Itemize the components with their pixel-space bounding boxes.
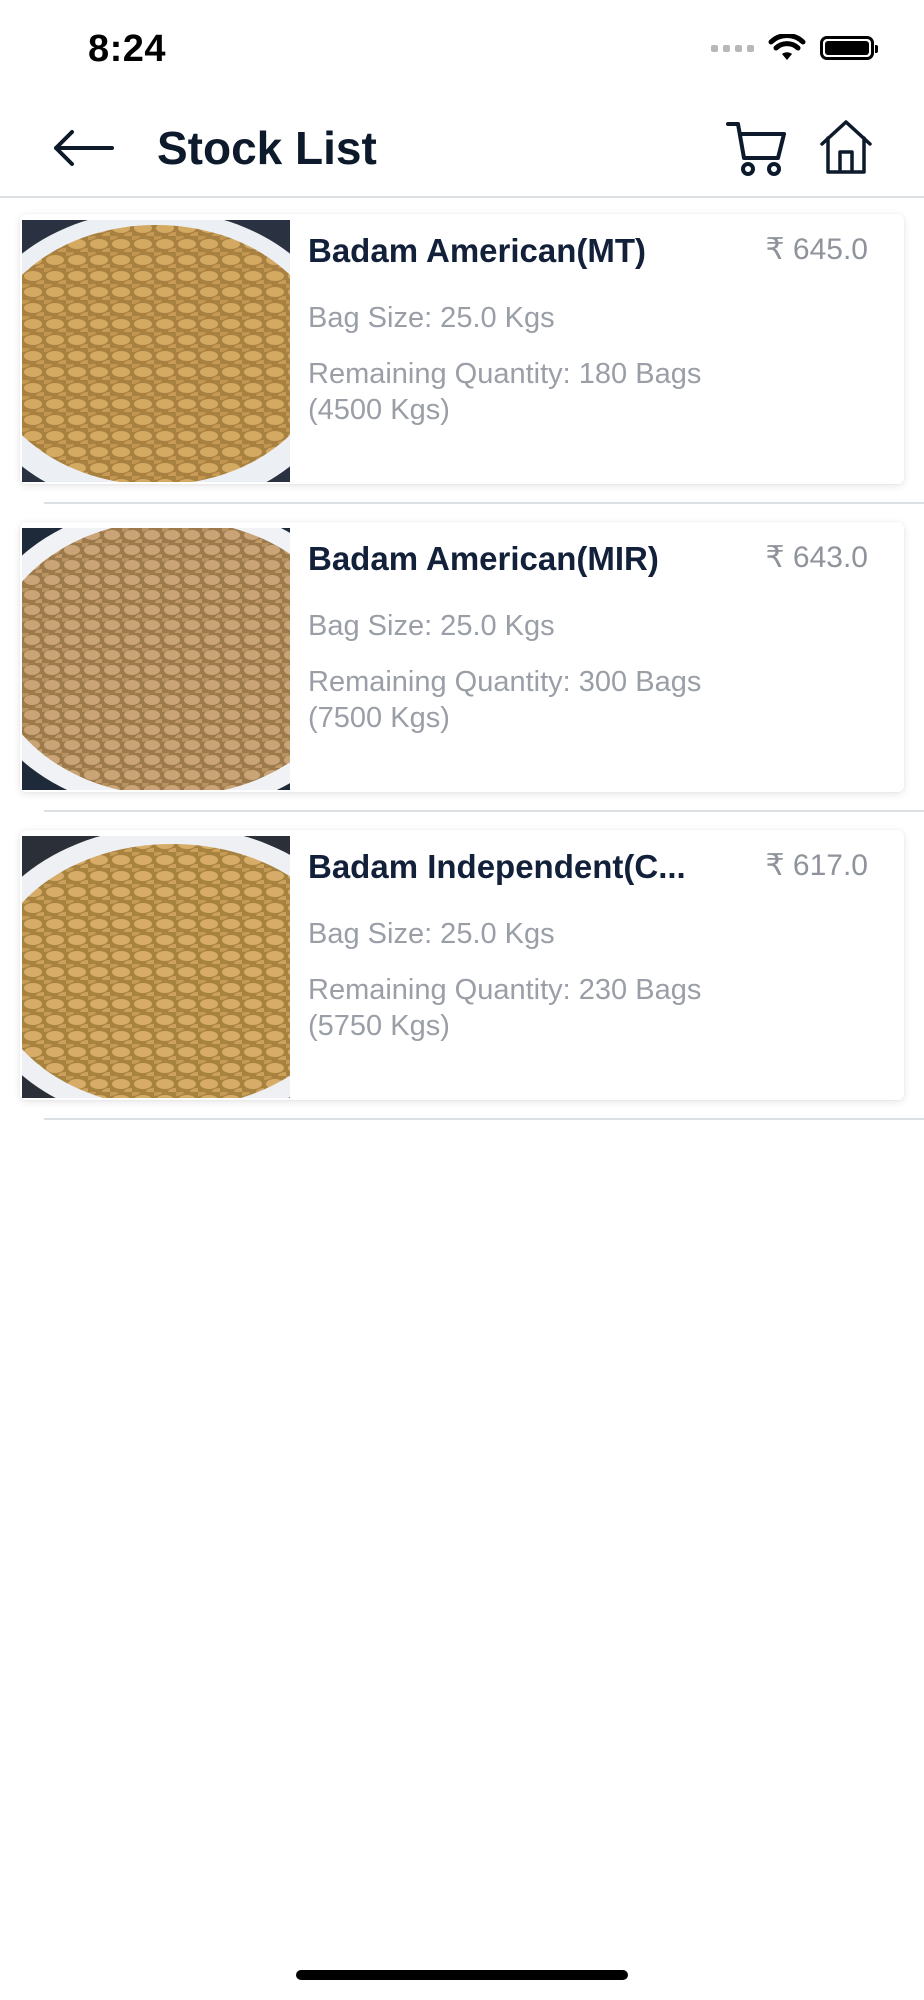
- list-item[interactable]: Badam Independent(C... ₹ 617.0 Bag Size:…: [0, 828, 924, 1136]
- home-icon: [820, 120, 872, 174]
- item-price: ₹ 617.0: [765, 849, 869, 882]
- item-remaining-quantity: Remaining Quantity: 300 Bags (7500 Kgs): [308, 666, 702, 734]
- divider: [44, 502, 924, 504]
- list-item[interactable]: Badam American(MIR) ₹ 643.0 Bag Size: 25…: [0, 520, 924, 828]
- divider: [44, 1118, 924, 1120]
- page-title: Stock List: [157, 122, 377, 174]
- status-bar: 8:24: [0, 0, 924, 100]
- home-indicator[interactable]: [296, 1970, 628, 1980]
- nav-bar: Stock List: [0, 100, 924, 198]
- item-bag-size: Bag Size: 25.0 Kgs: [308, 610, 555, 642]
- item-card[interactable]: Badam American(MT) ₹ 645.0 Bag Size: 25.…: [20, 214, 904, 484]
- status-icons: [711, 34, 878, 62]
- item-card[interactable]: Badam Independent(C... ₹ 617.0 Bag Size:…: [20, 830, 904, 1100]
- cart-button[interactable]: [726, 118, 788, 178]
- divider: [44, 810, 924, 812]
- item-name: Badam American(MT): [308, 232, 647, 269]
- signal-icon: [711, 44, 754, 52]
- back-button[interactable]: [50, 118, 120, 178]
- item-remaining-quantity: Remaining Quantity: 230 Bags (5750 Kgs): [308, 974, 702, 1042]
- wifi-icon: [768, 34, 806, 60]
- product-image: [22, 528, 290, 790]
- stock-list: Badam American(MT) ₹ 645.0 Bag Size: 25.…: [0, 212, 924, 1136]
- list-item[interactable]: Badam American(MT) ₹ 645.0 Bag Size: 25.…: [0, 212, 924, 520]
- product-image: [22, 836, 290, 1098]
- item-price: ₹ 643.0: [765, 541, 869, 574]
- item-bag-size: Bag Size: 25.0 Kgs: [308, 302, 555, 334]
- status-time: 8:24: [88, 28, 167, 70]
- item-name: Badam Independent(C...: [308, 848, 686, 885]
- home-button[interactable]: [818, 116, 874, 178]
- arrow-left-icon: [54, 130, 114, 166]
- item-remaining-quantity: Remaining Quantity: 180 Bags (4500 Kgs): [308, 358, 702, 426]
- cart-icon: [726, 122, 786, 176]
- item-price: ₹ 645.0: [765, 233, 869, 266]
- item-name: Badam American(MIR): [308, 540, 659, 577]
- product-image: [22, 220, 290, 482]
- item-card[interactable]: Badam American(MIR) ₹ 643.0 Bag Size: 25…: [20, 522, 904, 792]
- battery-icon: [820, 36, 878, 60]
- item-bag-size: Bag Size: 25.0 Kgs: [308, 918, 555, 950]
